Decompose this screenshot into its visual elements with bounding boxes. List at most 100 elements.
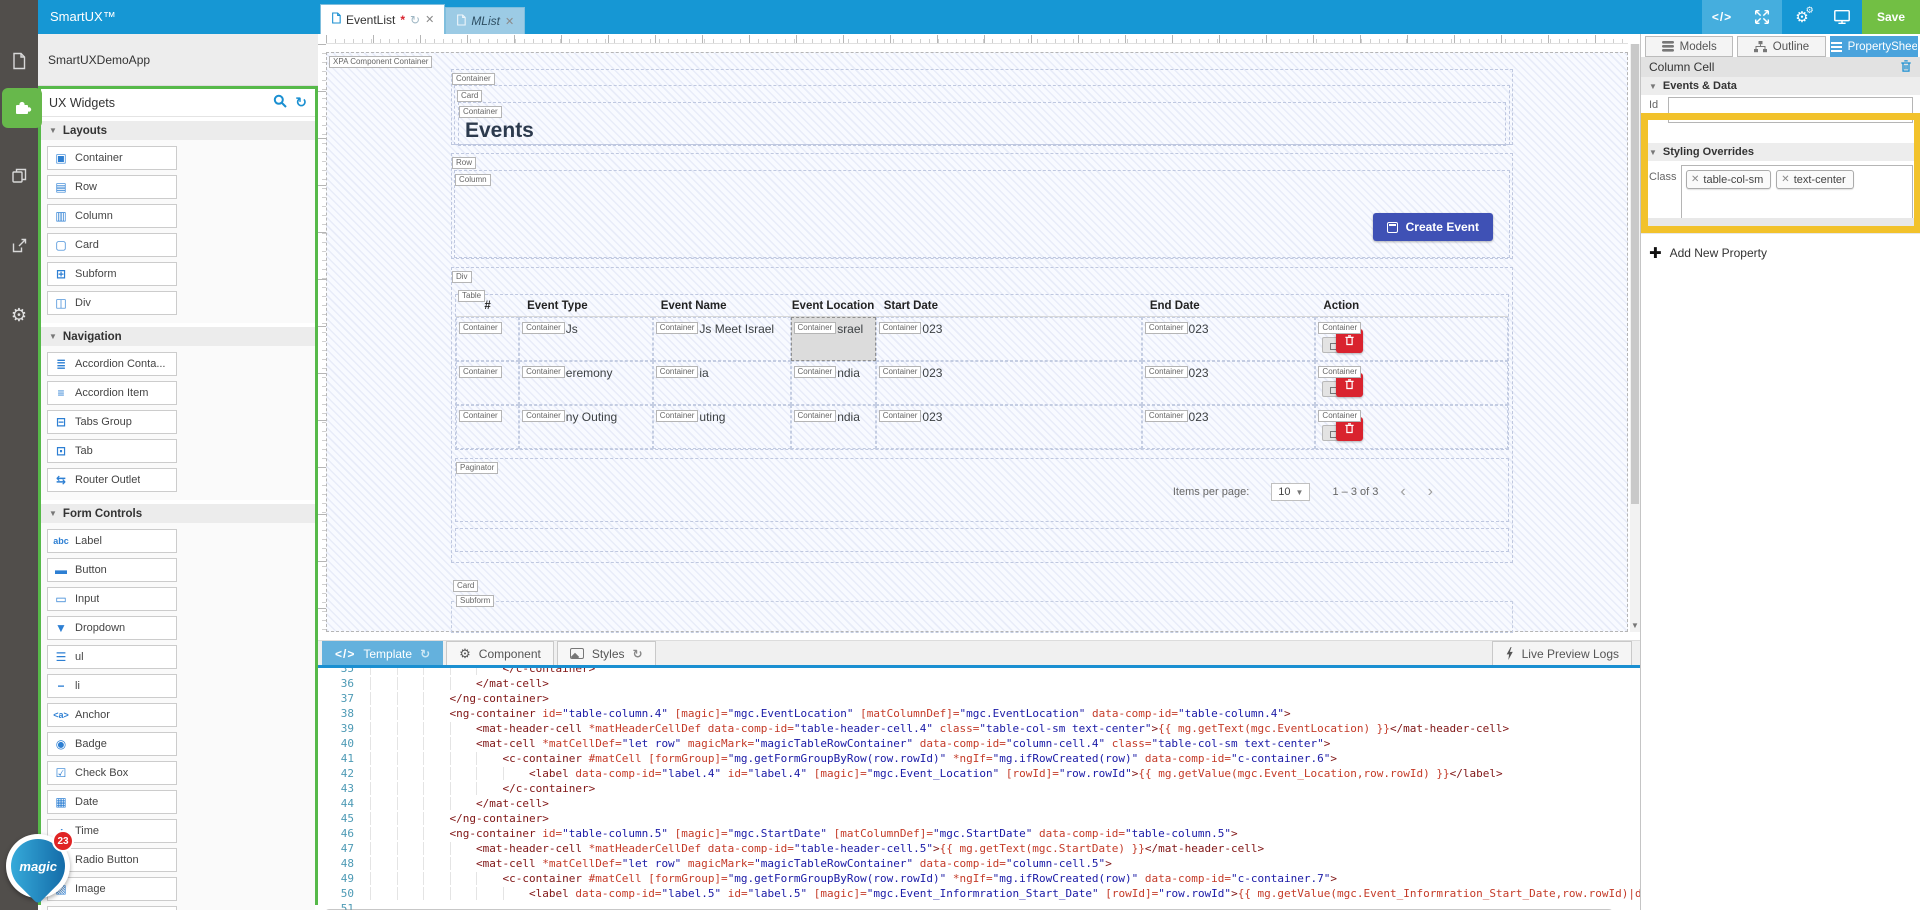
live-preview-logs-button[interactable]: Live Preview Logs xyxy=(1492,641,1632,665)
events-container[interactable]: Container Events xyxy=(458,102,1506,146)
div-tag[interactable]: Div xyxy=(452,271,472,283)
chevron-right-icon[interactable]: › xyxy=(1428,484,1433,500)
code-line[interactable]: 45 </ng-container> xyxy=(318,811,1640,826)
widget-date[interactable]: ▦Date xyxy=(47,790,177,814)
table-cell[interactable]: Container023 xyxy=(1142,361,1316,405)
code-line[interactable]: 37 </ng-container> xyxy=(318,691,1640,706)
container-tag[interactable]: Container xyxy=(459,410,502,422)
widget-container[interactable]: ▣Container xyxy=(47,146,177,170)
code-line[interactable]: 42 <label data-comp-id="label.4" id="lab… xyxy=(318,766,1640,781)
container-tag[interactable]: Container xyxy=(794,322,837,334)
code-line[interactable]: 50 <label data-comp-id="label.5" id="lab… xyxy=(318,886,1640,901)
class-chip-text-center[interactable]: ✕text-center xyxy=(1776,170,1853,189)
refresh-icon[interactable]: ↻ xyxy=(295,94,307,111)
card-tag[interactable]: Card xyxy=(453,580,478,592)
collapse-triangle-icon[interactable]: ▼ xyxy=(49,332,57,341)
widget-subform[interactable]: ⊞Subform xyxy=(47,262,177,286)
refresh-icon[interactable]: ↻ xyxy=(633,647,643,661)
widget-section-form-controls[interactable]: ▼Form Controls xyxy=(41,504,315,523)
table-cell[interactable]: Containereremony xyxy=(519,361,653,405)
code-line[interactable]: 47 <mat-header-cell *matHeaderCellDef da… xyxy=(318,841,1640,856)
canvas-vertical-scrollbar[interactable]: ▼ xyxy=(1630,44,1640,632)
page-size-select[interactable]: 10 ▼ xyxy=(1271,483,1310,501)
table-tag[interactable]: Table xyxy=(458,290,485,302)
widget-section-navigation[interactable]: ▼Navigation xyxy=(41,327,315,346)
code-line[interactable]: 36 </mat-cell> xyxy=(318,676,1640,691)
chevron-left-icon[interactable]: ‹ xyxy=(1400,484,1405,500)
row-tag[interactable]: Row xyxy=(452,157,476,169)
column-block[interactable]: Column Create Event xyxy=(454,170,1510,258)
widget-router-outlet[interactable]: ⇆Router Outlet xyxy=(47,468,177,492)
container-tag[interactable]: Container xyxy=(794,366,837,378)
column-header-event-name[interactable]: Event Name xyxy=(653,300,791,312)
magic-logo[interactable]: magic 23 xyxy=(6,834,72,900)
widget-label[interactable]: abcLabel xyxy=(47,529,177,553)
code-line[interactable]: 43 </c-container> xyxy=(318,781,1640,796)
code-line[interactable]: 41 <c-container #matCell [formGroup]="mg… xyxy=(318,751,1640,766)
container-tag[interactable]: Container xyxy=(1318,366,1361,378)
action-cell[interactable]: Container xyxy=(1315,317,1508,361)
column-header-start-date[interactable]: Start Date xyxy=(876,300,1142,312)
table-cell[interactable]: Container xyxy=(456,317,519,361)
column-header-end-date[interactable]: End Date xyxy=(1142,300,1316,312)
container-tag[interactable]: Container xyxy=(1145,410,1188,422)
card-tag[interactable]: Card xyxy=(457,90,482,102)
code-editor[interactable]: 35 </c-container>36 </mat-cell>37 </ng-c… xyxy=(318,668,1640,910)
scrollbar-thumb[interactable] xyxy=(1631,44,1639,504)
container-tag[interactable]: Container xyxy=(656,366,699,378)
doc-tab-eventlist[interactable]: EventList*↻✕ xyxy=(320,4,445,34)
collapse-triangle-icon[interactable]: ▼ xyxy=(49,509,57,518)
table-cell[interactable]: ContainerJs xyxy=(519,317,653,361)
container-tag[interactable]: Container xyxy=(459,322,502,334)
tab-property-sheet[interactable]: PropertyShee xyxy=(1830,36,1918,57)
container-tag[interactable]: Container xyxy=(656,410,699,422)
paginator-tag[interactable]: Paginator xyxy=(456,462,498,474)
column-tag[interactable]: Column xyxy=(455,174,491,186)
remove-chip-icon[interactable]: ✕ xyxy=(1781,174,1789,185)
column-header-event-type[interactable]: Event Type xyxy=(519,300,653,312)
container-tag[interactable]: Container xyxy=(879,410,922,422)
collapse-triangle-icon[interactable]: ▼ xyxy=(49,126,57,135)
doc-tab-mlist[interactable]: MList✕ xyxy=(445,7,525,34)
scroll-down-icon[interactable]: ▼ xyxy=(1631,621,1639,630)
table-cell[interactable]: Containeruting xyxy=(653,405,791,449)
widget-anchor[interactable]: <a>Anchor xyxy=(47,703,177,727)
table-cell[interactable]: Container023 xyxy=(1142,405,1316,449)
tab-styles[interactable]: Styles ↻ xyxy=(557,641,656,665)
widget-check-box[interactable]: ☑Check Box xyxy=(47,761,177,785)
services-icon[interactable]: ⚙⚙ xyxy=(1782,0,1822,34)
search-icon[interactable] xyxy=(273,94,287,111)
subform-area[interactable] xyxy=(451,601,1513,633)
table-cell[interactable]: Containerny Outing xyxy=(519,405,653,449)
code-icon[interactable]: </> xyxy=(1702,0,1742,34)
widget-accordion-conta[interactable]: ≣Accordion Conta... xyxy=(47,352,177,376)
table-cell[interactable]: Container023 xyxy=(1142,317,1316,361)
table-cell[interactable]: Container xyxy=(456,405,519,449)
code-line[interactable]: 38 <ng-container id="table-column.4" [ma… xyxy=(318,706,1640,721)
code-line[interactable]: 44 </mat-cell> xyxy=(318,796,1640,811)
bottom-card-block[interactable]: Card Subform xyxy=(453,577,494,607)
table-cell[interactable]: ContainerJs Meet Israel xyxy=(653,317,791,361)
tab-template[interactable]: </> Template ↻ xyxy=(322,641,443,665)
tab-component[interactable]: ⚙ Component xyxy=(446,641,554,665)
container-tag[interactable]: Container xyxy=(459,366,502,378)
container-tag[interactable]: Container xyxy=(1318,410,1361,422)
subform-tag[interactable]: Subform xyxy=(456,595,494,607)
table-cell[interactable]: Containerndia xyxy=(791,405,876,449)
action-cell[interactable]: Container xyxy=(1315,361,1508,405)
widget-div[interactable]: ◫Div xyxy=(47,291,177,315)
class-chip-table-col-sm[interactable]: ✕table-col-sm xyxy=(1686,170,1771,189)
widget-row[interactable]: ▤Row xyxy=(47,175,177,199)
container-tag[interactable]: Container xyxy=(656,322,699,334)
create-event-button[interactable]: Create Event xyxy=(1373,213,1493,241)
share-icon[interactable] xyxy=(0,228,38,262)
widget-accordion-item[interactable]: ≡Accordion Item xyxy=(47,381,177,405)
table-block[interactable]: Table #Event TypeEvent NameEvent Locatio… xyxy=(455,294,1509,450)
container-tag[interactable]: Container xyxy=(1145,366,1188,378)
container-tag[interactable]: Container xyxy=(522,366,565,378)
container-tag[interactable]: Container xyxy=(452,73,495,85)
widget-column[interactable]: ▥Column xyxy=(47,204,177,228)
events-heading[interactable]: Events xyxy=(465,119,1505,143)
widget-ul[interactable]: ☰ul xyxy=(47,645,177,669)
xpa-component-container[interactable]: XPA Component Container Container Card C… xyxy=(326,52,1628,632)
